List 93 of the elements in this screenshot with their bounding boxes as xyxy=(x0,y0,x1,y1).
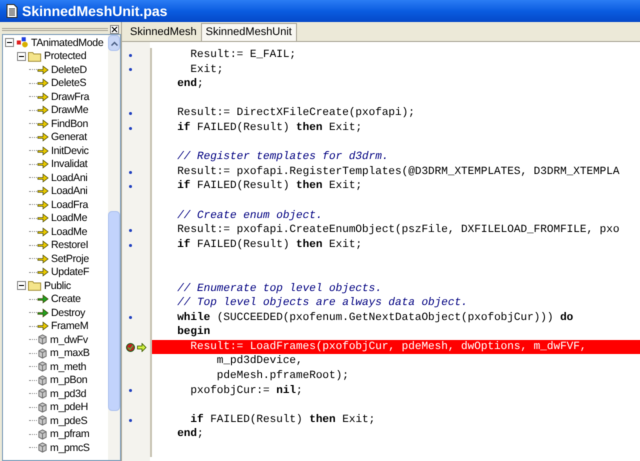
method-icon xyxy=(37,92,49,102)
code-line: if FAILED(Result) then Exit; xyxy=(189,412,376,428)
field-icon xyxy=(37,402,48,413)
method-icon xyxy=(37,64,49,75)
vertical-scrollbar[interactable] xyxy=(108,35,120,460)
field-icon xyxy=(37,388,48,400)
code-line: Result:= E_FAIL; xyxy=(189,48,298,63)
code-line: Result:= pxofapi.RegisterTemplates(@D3DRM_XTEMPLATES, D3DRM_XTEMPLA xyxy=(176,164,620,180)
window-title: SkinnedMeshUnit.pas xyxy=(22,2,168,21)
tree-item[interactable]: TAnimatedMode xyxy=(31,38,104,48)
field-icon xyxy=(37,442,48,454)
editor-tab[interactable]: SkinnedMeshUnit xyxy=(200,23,297,41)
method-icon xyxy=(37,146,49,156)
tree-item[interactable]: UpdateF xyxy=(51,267,90,278)
tree-item[interactable]: LoadAni xyxy=(51,186,88,196)
folder-icon xyxy=(28,280,42,292)
method-icon xyxy=(37,186,49,196)
method-icon xyxy=(37,226,49,237)
execution-arrow-icon xyxy=(137,342,147,352)
code-line: m_pd3dDevice, xyxy=(216,354,304,370)
method-icon xyxy=(37,118,49,129)
tree-item[interactable]: m_maxB xyxy=(50,348,90,358)
method-icon xyxy=(37,240,49,250)
tree-item[interactable]: LoadAni xyxy=(51,172,88,183)
constructor-icon xyxy=(37,308,49,318)
field-icon xyxy=(37,361,48,372)
collapse-toggle[interactable] xyxy=(17,52,26,61)
constructor-icon xyxy=(37,294,49,304)
tree-item[interactable]: Invalidat xyxy=(51,159,88,170)
field-icon xyxy=(37,374,48,386)
code-line: end; xyxy=(176,427,205,442)
method-icon xyxy=(37,321,49,332)
tree-item[interactable]: Create xyxy=(51,294,81,304)
tree-item[interactable]: Public xyxy=(44,280,71,291)
tree-item[interactable]: DrawFra xyxy=(51,92,90,102)
tree-item[interactable]: DeleteS xyxy=(51,78,86,88)
code-line: Result:= DirectXFileCreate(pxofapi); xyxy=(176,106,416,121)
tree-item[interactable]: m_pfram xyxy=(50,429,90,440)
tree-item[interactable]: Protected xyxy=(44,51,86,62)
field-icon xyxy=(37,334,48,346)
tree-item[interactable]: m_pdeS xyxy=(50,416,88,426)
method-icon xyxy=(37,105,49,116)
code-line: Exit; xyxy=(189,62,224,78)
code-line: // Enumerate top level objects. xyxy=(176,282,383,296)
field-icon xyxy=(37,428,48,440)
tree-item[interactable]: m_pd3d xyxy=(50,388,86,399)
code-line: // Create enum object. xyxy=(176,208,324,224)
tree-item[interactable]: Destroy xyxy=(51,308,86,318)
code-line: pxofobjCur:= nil; xyxy=(189,384,304,398)
code-line: // Top level objects are always data object. xyxy=(176,296,469,311)
tree-item[interactable]: InitDevic xyxy=(51,146,89,156)
tree-item[interactable]: DrawMe xyxy=(51,105,88,116)
code-line: if FAILED(Result) then Exit; xyxy=(176,238,364,252)
tree-item[interactable]: m_pdeH xyxy=(50,402,88,412)
method-icon xyxy=(37,267,49,278)
field-icon xyxy=(37,348,48,359)
method-icon xyxy=(37,200,49,210)
tree-item[interactable]: FindBon xyxy=(51,118,88,129)
class-icon xyxy=(16,37,29,48)
tree-item[interactable]: m_meth xyxy=(50,362,86,372)
tree-item[interactable]: SetProje xyxy=(51,254,89,264)
code-line: if FAILED(Result) then Exit; xyxy=(176,179,364,194)
field-icon xyxy=(37,415,48,426)
tree-item[interactable]: Generat xyxy=(51,132,87,142)
tree-item[interactable]: LoadMe xyxy=(51,226,88,237)
code-line: while (SUCCEEDED(pxofenum.GetNextDataObject(pxofobjCur))) do xyxy=(176,310,574,326)
code-line: end; xyxy=(176,77,205,92)
collapse-toggle[interactable] xyxy=(5,38,14,48)
caret-up-icon[interactable] xyxy=(110,40,118,46)
method-icon xyxy=(37,254,49,264)
tree-item[interactable]: RestoreI xyxy=(51,240,88,250)
tree-item[interactable]: FrameM xyxy=(51,321,88,332)
tree-item[interactable]: m_pBon xyxy=(50,375,88,386)
folder-icon xyxy=(28,50,42,62)
code-line: Result:= pxofapi.CreateEnumObject(pszFile, DXFILELOAD_FROMFILE, pxo xyxy=(176,223,620,238)
code-line: begin xyxy=(176,325,212,340)
method-icon xyxy=(37,132,49,142)
document-icon xyxy=(6,4,18,18)
code-line: if FAILED(Result) then Exit; xyxy=(176,120,364,136)
collapse-toggle[interactable] xyxy=(17,281,26,290)
tree-item[interactable]: m_pmcS xyxy=(50,442,90,453)
scroll-thumb[interactable] xyxy=(108,211,120,411)
tree-item[interactable]: LoadFra xyxy=(51,200,88,210)
code-line: pdeMesh.pframeRoot); xyxy=(216,369,350,384)
method-icon xyxy=(37,78,49,88)
method-icon xyxy=(37,213,49,224)
close-icon[interactable] xyxy=(110,24,119,34)
tree-item[interactable]: m_dwFv xyxy=(50,334,88,345)
method-icon xyxy=(37,172,49,183)
tree-item[interactable]: LoadMe xyxy=(51,213,88,224)
method-icon xyxy=(37,159,49,170)
code-line: // Register templates for d3drm. xyxy=(176,150,390,165)
tree-item[interactable]: DeleteD xyxy=(51,64,87,75)
